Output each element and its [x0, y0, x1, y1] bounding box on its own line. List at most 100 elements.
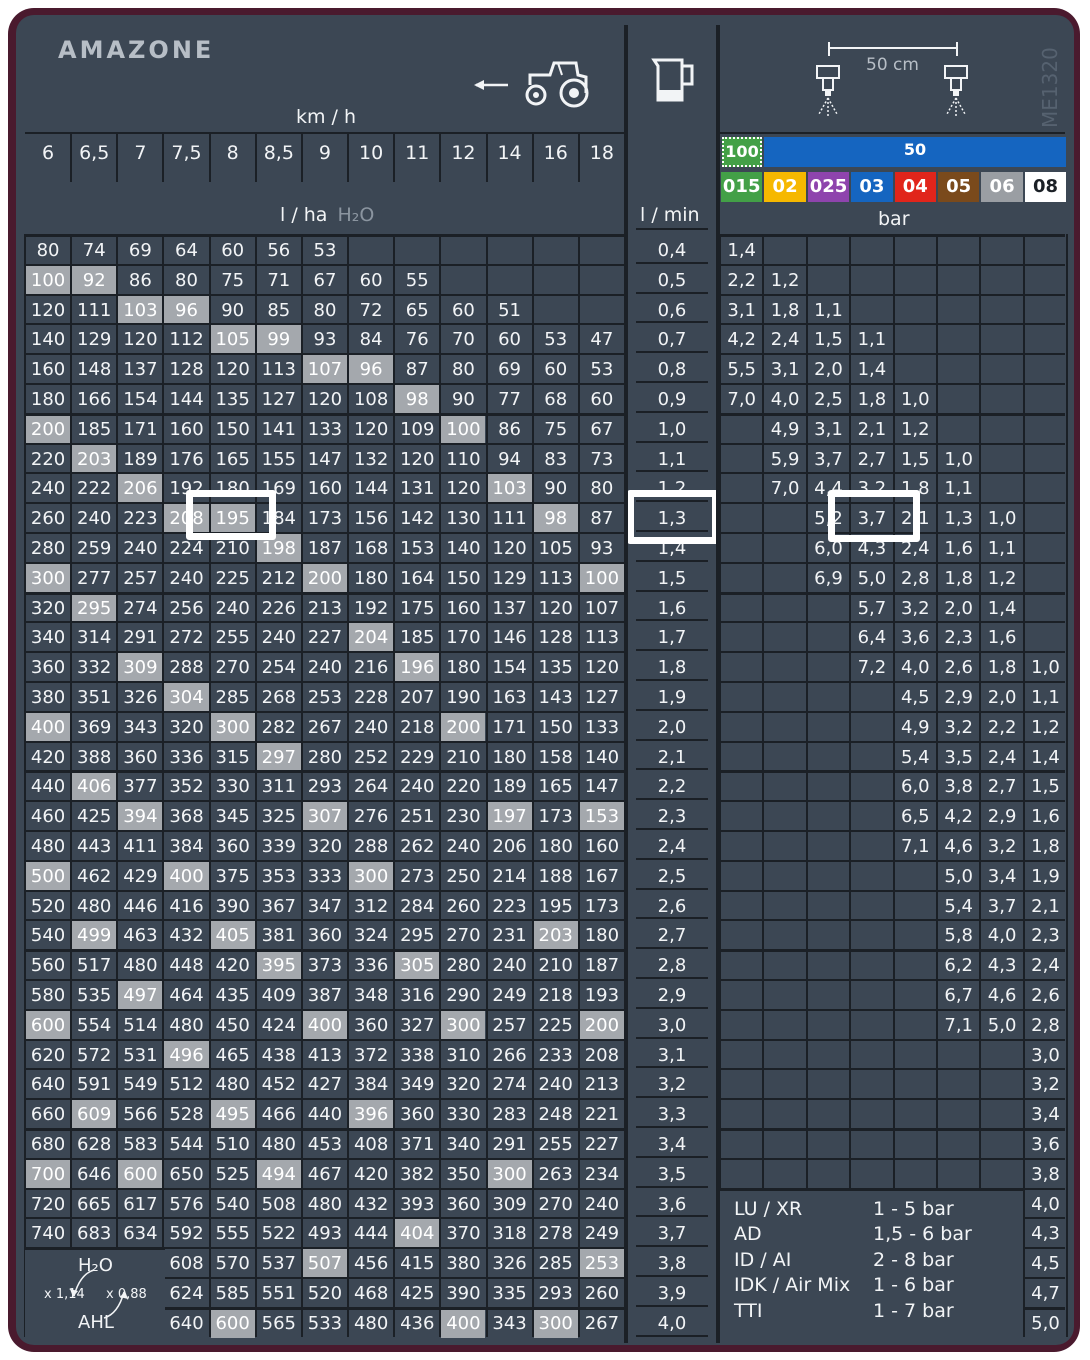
pressure-cell: 4,9 — [900, 716, 930, 738]
rate-cell: 549 — [123, 1074, 158, 1096]
rate-cell: 137 — [492, 597, 527, 619]
rate-cell: 432 — [353, 1193, 389, 1215]
pressure-cell: 1,2 — [1031, 716, 1060, 738]
flow-cell: 0,6 — [657, 299, 687, 321]
pressure-cell: 4,0 — [1031, 1193, 1060, 1215]
tractor-icon — [474, 61, 589, 108]
rate-row-rule — [25, 621, 625, 624]
rate-cell: 226 — [261, 597, 296, 619]
rate-cell: 176 — [169, 448, 204, 470]
rate-cell: 405 — [210, 921, 255, 951]
rate-cell: 140 — [30, 329, 66, 351]
flow-row-rule — [636, 768, 708, 771]
rate-cell: 300 — [26, 563, 71, 593]
speed-header-divider — [347, 134, 350, 182]
rate-cell: 274 — [492, 1074, 527, 1096]
rate-cell: 137 — [123, 359, 158, 381]
flow-row-rule — [636, 381, 708, 383]
pressure-cell: 2,1 — [1031, 895, 1060, 917]
rate-cell: 189 — [492, 776, 527, 798]
rate-cell: 150 — [215, 418, 250, 440]
rate-cell: 225 — [538, 1014, 573, 1036]
rate-row-rule — [25, 502, 625, 505]
flow-row-rule — [636, 798, 708, 801]
pressure-cell: 6,7 — [944, 985, 974, 1006]
pressure-col-rule — [762, 234, 765, 1337]
flow-row-rule — [636, 738, 708, 741]
speed-header-cell: 8 — [226, 142, 239, 164]
rate-cell: 130 — [446, 508, 481, 530]
rate-cell: 555 — [215, 1223, 250, 1245]
pressure-cell: 3,7 — [814, 448, 843, 470]
rate-cell: 369 — [77, 716, 112, 738]
rate-cell: 203 — [72, 444, 117, 474]
pressure-cell: 1,8 — [987, 657, 1017, 679]
flow-cell: 4,0 — [657, 1312, 687, 1334]
rate-cell: 617 — [123, 1193, 158, 1215]
rate-cell: 388 — [77, 746, 112, 768]
rate-cell: 240 — [400, 776, 435, 798]
rate-row-rule — [25, 710, 625, 713]
rate-cell: 228 — [353, 687, 389, 708]
pressure-cell: 1,4 — [1031, 746, 1060, 768]
rate-cell: 171 — [123, 418, 158, 440]
rate-cell: 210 — [446, 746, 481, 768]
flow-cell: 2,9 — [657, 985, 687, 1006]
rate-cell: 277 — [77, 567, 112, 589]
rate-cell: 665 — [77, 1193, 112, 1215]
rate-cell: 591 — [77, 1074, 112, 1096]
rate-cell: 150 — [446, 567, 481, 589]
rate-cell: 400 — [441, 1308, 486, 1338]
rate-unit-label: l / ha H₂O — [280, 206, 374, 225]
rate-cell: 297 — [256, 742, 301, 772]
pressure-cell: 3,6 — [900, 627, 930, 649]
rate-row-rule — [25, 472, 625, 475]
rate-cell: 499 — [72, 921, 117, 951]
rate-cell: 520 — [30, 895, 66, 917]
rate-cell: 320 — [446, 1074, 481, 1096]
flow-cell: 3,8 — [657, 1253, 687, 1275]
rate-cell: 146 — [492, 627, 527, 649]
rate-cell: 221 — [584, 1104, 620, 1126]
rate-cell: 185 — [400, 627, 435, 649]
rate-cell: 120 — [584, 657, 620, 679]
rate-row-rule — [25, 1217, 625, 1220]
pressure-col-rule — [805, 234, 808, 1337]
rate-cell: 293 — [538, 1283, 573, 1304]
rate-cell: 576 — [169, 1193, 204, 1215]
rate-cell: 500 — [26, 861, 71, 891]
rate-cell: 120 — [353, 418, 389, 440]
pressure-col-rule — [1022, 234, 1025, 1337]
rate-cell: 560 — [30, 955, 66, 977]
flow-row-rule — [636, 1066, 708, 1069]
rate-cell: 132 — [353, 448, 389, 470]
pressure-cell: 1,6 — [944, 538, 974, 559]
rate-cell: 600 — [118, 1159, 163, 1189]
pressure-cell: 1,1 — [857, 329, 887, 351]
rate-cell: 60 — [451, 299, 475, 321]
pressure-cell: 5,0 — [987, 1014, 1017, 1036]
flow-cell: 2,5 — [657, 865, 687, 887]
rate-cell: 683 — [77, 1223, 112, 1245]
pressure-cell: 5,0 — [1031, 1312, 1060, 1334]
rate-cell: 144 — [169, 389, 204, 410]
rate-cell: 253 — [307, 687, 343, 708]
pressure-cell: 4,3 — [987, 955, 1017, 977]
rate-cell: 347 — [307, 895, 343, 917]
pressure-cell: 2,9 — [944, 687, 974, 708]
pressure-col-rule — [936, 234, 938, 1337]
rate-cell: 446 — [123, 895, 158, 917]
rate-cell: 47 — [590, 329, 614, 351]
rate-cell: 113 — [538, 567, 573, 589]
rate-cell: 367 — [261, 895, 296, 917]
rate-cell: 109 — [400, 418, 435, 440]
rate-cell: 188 — [538, 865, 573, 887]
rate-cell: 187 — [584, 955, 620, 977]
rate-col-rule — [208, 234, 211, 1337]
rate-cell: 327 — [400, 1014, 435, 1036]
rate-cell: 284 — [400, 895, 435, 917]
rate-cell: 240 — [123, 538, 158, 559]
nozzle-type-name: ID / AI — [734, 1248, 792, 1271]
rate-cell: 517 — [77, 955, 112, 977]
pressure-cell: 4,0 — [770, 389, 800, 410]
